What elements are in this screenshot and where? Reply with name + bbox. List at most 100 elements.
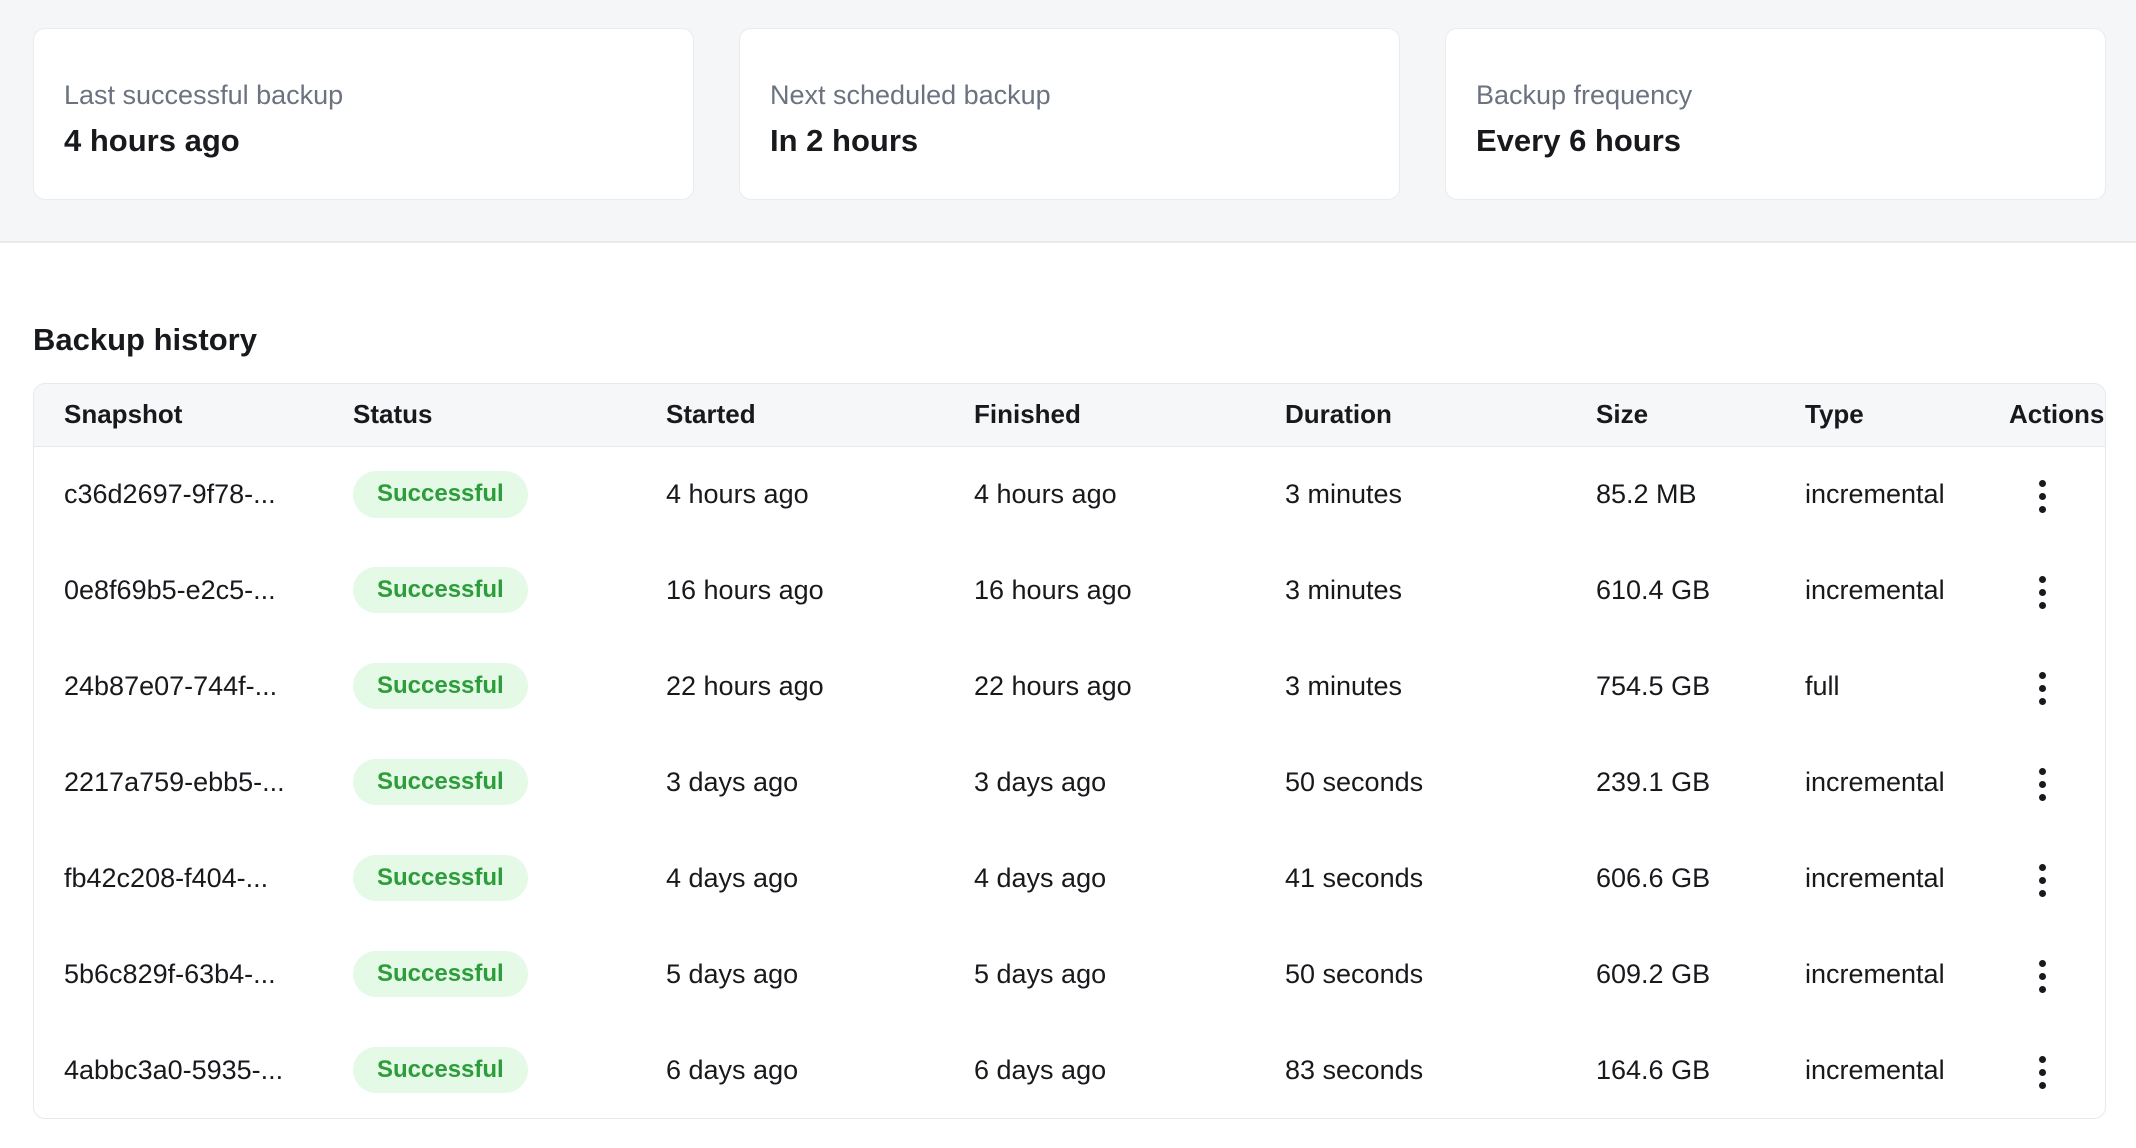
table-header-row: Snapshot Status Started Finished Duratio… (34, 384, 2105, 446)
snapshot-cell: 5b6c829f-63b4-... (34, 926, 323, 1022)
duration-cell: 3 minutes (1255, 542, 1566, 638)
column-header-duration: Duration (1255, 384, 1566, 446)
finished-cell: 16 hours ago (944, 542, 1255, 638)
status-cell: Successful (323, 542, 636, 638)
row-actions-button[interactable] (2023, 468, 2062, 525)
size-cell: 164.6 GB (1566, 1022, 1775, 1118)
status-badge: Successful (353, 567, 528, 613)
table-row: fb42c208-f404-... Successful 4 days ago … (34, 830, 2105, 926)
column-header-actions: Actions (1979, 384, 2105, 446)
snapshot-cell: 2217a759-ebb5-... (34, 734, 323, 830)
table-row: 2217a759-ebb5-... Successful 3 days ago … (34, 734, 2105, 830)
actions-cell (1979, 638, 2105, 734)
size-cell: 609.2 GB (1566, 926, 1775, 1022)
status-badge: Successful (353, 471, 528, 517)
started-cell: 5 days ago (636, 926, 944, 1022)
status-cell: Successful (323, 446, 636, 542)
duration-cell: 3 minutes (1255, 638, 1566, 734)
size-cell: 610.4 GB (1566, 542, 1775, 638)
finished-cell: 4 hours ago (944, 446, 1255, 542)
card-label: Last successful backup (64, 79, 663, 113)
summary-card-last-backup: Last successful backup 4 hours ago (33, 28, 694, 200)
snapshot-cell: fb42c208-f404-... (34, 830, 323, 926)
card-label: Next scheduled backup (770, 79, 1369, 113)
column-header-finished: Finished (944, 384, 1255, 446)
actions-cell (1979, 830, 2105, 926)
finished-cell: 4 days ago (944, 830, 1255, 926)
table-row: 0e8f69b5-e2c5-... Successful 16 hours ag… (34, 542, 2105, 638)
started-cell: 4 hours ago (636, 446, 944, 542)
row-actions-button[interactable] (2023, 756, 2062, 813)
card-value: 4 hours ago (64, 122, 663, 159)
duration-cell: 83 seconds (1255, 1022, 1566, 1118)
type-cell: incremental (1775, 734, 1979, 830)
finished-cell: 22 hours ago (944, 638, 1255, 734)
size-cell: 606.6 GB (1566, 830, 1775, 926)
started-cell: 16 hours ago (636, 542, 944, 638)
status-cell: Successful (323, 830, 636, 926)
status-cell: Successful (323, 1022, 636, 1118)
kebab-icon (2039, 960, 2046, 993)
actions-cell (1979, 446, 2105, 542)
kebab-icon (2039, 864, 2046, 897)
status-badge: Successful (353, 759, 528, 805)
summary-section: Last successful backup 4 hours ago Next … (0, 0, 2136, 243)
size-cell: 85.2 MB (1566, 446, 1775, 542)
status-badge: Successful (353, 855, 528, 901)
actions-cell (1979, 1022, 2105, 1118)
actions-cell (1979, 926, 2105, 1022)
snapshot-cell: 0e8f69b5-e2c5-... (34, 542, 323, 638)
actions-cell (1979, 542, 2105, 638)
row-actions-button[interactable] (2023, 1044, 2062, 1101)
status-cell: Successful (323, 638, 636, 734)
type-cell: incremental (1775, 830, 1979, 926)
table-row: c36d2697-9f78-... Successful 4 hours ago… (34, 446, 2105, 542)
column-header-status: Status (323, 384, 636, 446)
started-cell: 6 days ago (636, 1022, 944, 1118)
row-actions-button[interactable] (2023, 948, 2062, 1005)
status-cell: Successful (323, 734, 636, 830)
size-cell: 754.5 GB (1566, 638, 1775, 734)
kebab-icon (2039, 1056, 2046, 1089)
column-header-snapshot: Snapshot (34, 384, 323, 446)
table-row: 24b87e07-744f-... Successful 22 hours ag… (34, 638, 2105, 734)
row-actions-button[interactable] (2023, 852, 2062, 909)
kebab-icon (2039, 576, 2046, 609)
type-cell: incremental (1775, 542, 1979, 638)
kebab-icon (2039, 768, 2046, 801)
type-cell: incremental (1775, 1022, 1979, 1118)
snapshot-cell: c36d2697-9f78-... (34, 446, 323, 542)
duration-cell: 50 seconds (1255, 926, 1566, 1022)
summary-card-next-backup: Next scheduled backup In 2 hours (739, 28, 1400, 200)
started-cell: 4 days ago (636, 830, 944, 926)
card-value: Every 6 hours (1476, 122, 2075, 159)
column-header-size: Size (1566, 384, 1775, 446)
started-cell: 3 days ago (636, 734, 944, 830)
started-cell: 22 hours ago (636, 638, 944, 734)
kebab-icon (2039, 672, 2046, 705)
status-badge: Successful (353, 1047, 528, 1093)
actions-cell (1979, 734, 2105, 830)
snapshot-cell: 24b87e07-744f-... (34, 638, 323, 734)
card-value: In 2 hours (770, 122, 1369, 159)
kebab-icon (2039, 480, 2046, 513)
status-badge: Successful (353, 951, 528, 997)
row-actions-button[interactable] (2023, 660, 2062, 717)
summary-card-backup-frequency: Backup frequency Every 6 hours (1445, 28, 2106, 200)
size-cell: 239.1 GB (1566, 734, 1775, 830)
duration-cell: 3 minutes (1255, 446, 1566, 542)
card-label: Backup frequency (1476, 79, 2075, 113)
type-cell: incremental (1775, 446, 1979, 542)
finished-cell: 3 days ago (944, 734, 1255, 830)
table-row: 4abbc3a0-5935-... Successful 6 days ago … (34, 1022, 2105, 1118)
snapshot-cell: 4abbc3a0-5935-... (34, 1022, 323, 1118)
duration-cell: 50 seconds (1255, 734, 1566, 830)
backup-history-table: Snapshot Status Started Finished Duratio… (34, 384, 2105, 1118)
duration-cell: 41 seconds (1255, 830, 1566, 926)
section-title: Backup history (33, 323, 2106, 357)
status-badge: Successful (353, 663, 528, 709)
row-actions-button[interactable] (2023, 564, 2062, 621)
table-row: 5b6c829f-63b4-... Successful 5 days ago … (34, 926, 2105, 1022)
column-header-type: Type (1775, 384, 1979, 446)
type-cell: incremental (1775, 926, 1979, 1022)
